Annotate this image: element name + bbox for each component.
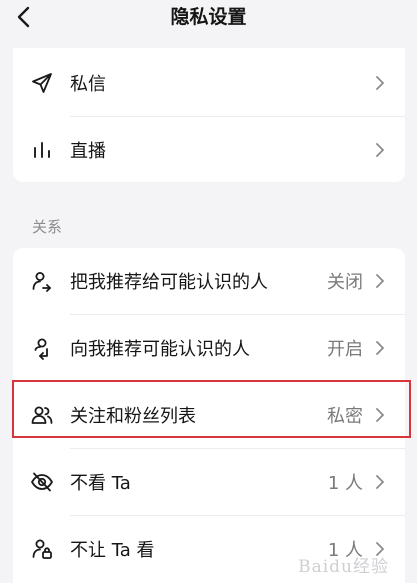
users-icon xyxy=(30,403,54,427)
row-value: 1 人 xyxy=(327,473,363,494)
row-label: 向我推荐可能认识的人 xyxy=(70,339,250,360)
row-recommend-others-to-me[interactable]: 向我推荐可能认识的人 开启 xyxy=(13,315,405,381)
row-value: 私密 xyxy=(327,406,363,427)
chevron-right-icon xyxy=(373,272,387,290)
row-hide-their-posts[interactable]: 不看 Ta 1 人 xyxy=(13,449,405,515)
chevron-right-icon xyxy=(373,141,387,159)
page-title: 隐私设置 xyxy=(170,6,247,28)
chevron-right-icon xyxy=(373,473,387,491)
row-value: 关闭 xyxy=(327,272,363,293)
row-label: 不让 Ta 看 xyxy=(70,540,155,561)
messaging-settings-card: 私信 直播 xyxy=(13,48,405,182)
watermark: Baidu经验 xyxy=(298,557,389,577)
row-label: 把我推荐给可能认识的人 xyxy=(70,272,268,293)
row-label: 私信 xyxy=(70,74,106,95)
top-bar: 隐私设置 xyxy=(0,0,417,36)
eye-slash-icon xyxy=(30,470,54,494)
row-recommend-me-to-others[interactable]: 把我推荐给可能认识的人 关闭 xyxy=(13,248,405,314)
row-value: 开启 xyxy=(327,339,363,360)
paper-plane-icon xyxy=(30,71,54,95)
user-share-in-icon xyxy=(30,336,54,360)
chevron-right-icon xyxy=(373,339,387,357)
user-share-out-icon xyxy=(30,269,54,293)
chevron-right-icon xyxy=(373,406,387,424)
row-label: 不看 Ta xyxy=(70,473,131,494)
bars-icon xyxy=(30,138,54,162)
chevron-right-icon xyxy=(373,74,387,92)
row-private-message[interactable]: 私信 xyxy=(13,50,405,116)
row-label: 关注和粉丝列表 xyxy=(70,406,196,427)
relations-settings-card: 把我推荐给可能认识的人 关闭 向我推荐可能认识的人 开启 关注和粉丝列表 私密 … xyxy=(13,248,405,583)
row-live[interactable]: 直播 xyxy=(13,117,405,182)
user-lock-icon xyxy=(30,537,54,561)
row-following-followers-list[interactable]: 关注和粉丝列表 私密 xyxy=(13,382,405,448)
row-label: 直播 xyxy=(70,141,106,162)
section-label-relations: 关系 xyxy=(32,218,63,236)
